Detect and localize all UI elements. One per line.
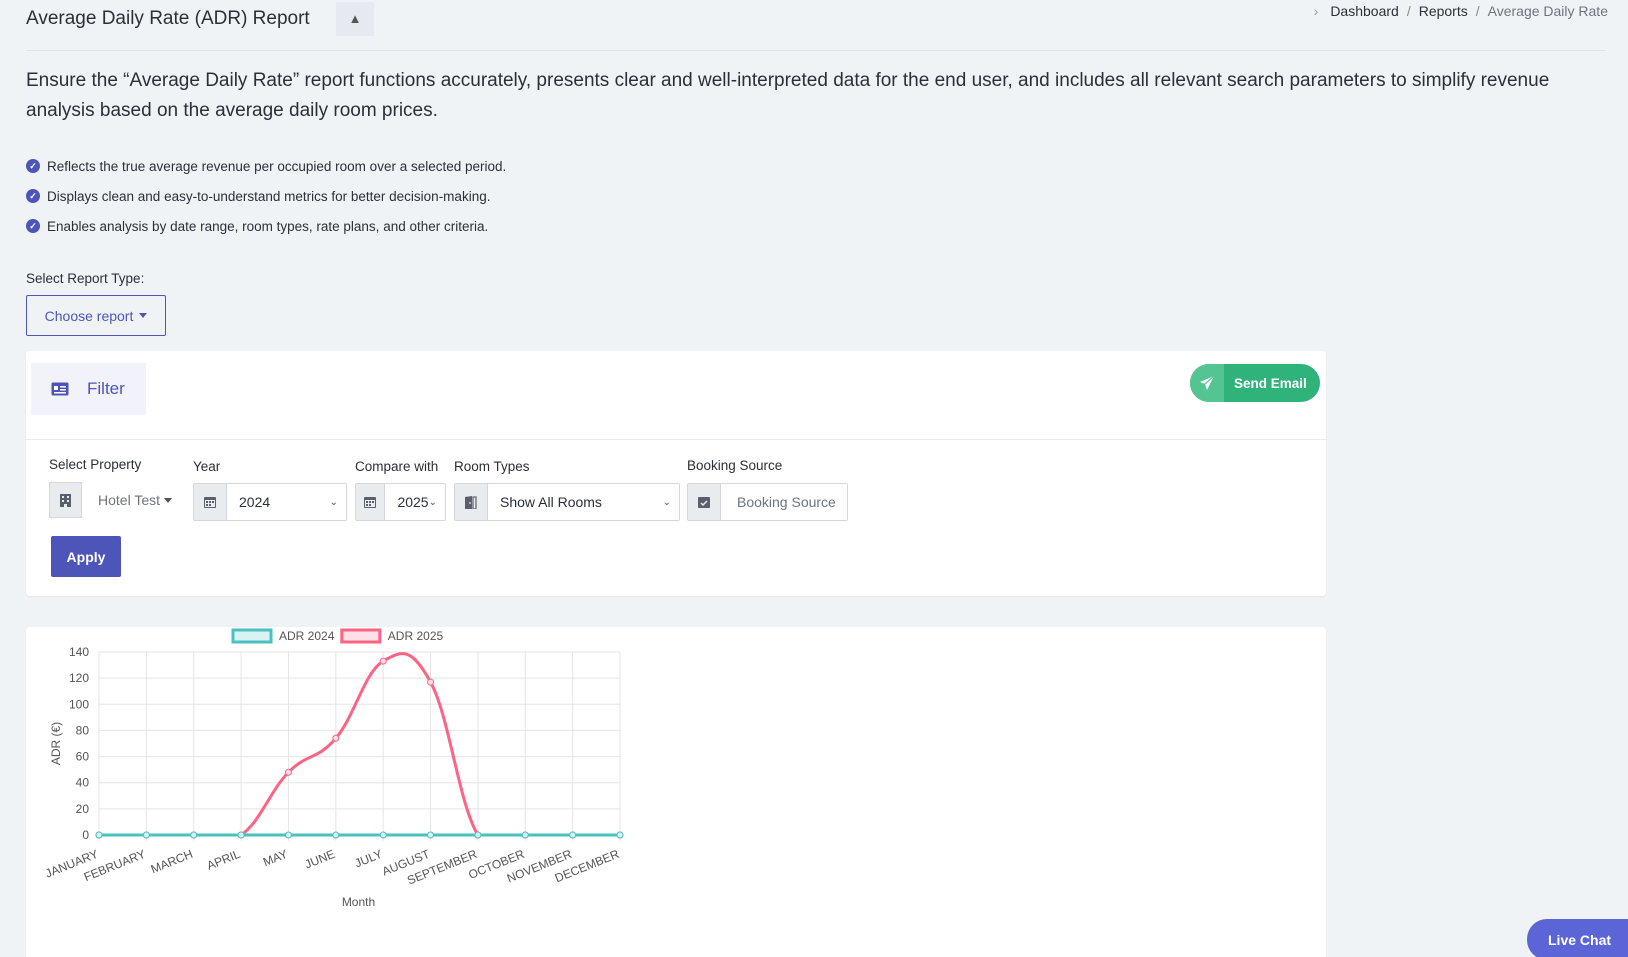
y-tick-label: 120: [69, 671, 89, 685]
data-point: [284, 831, 292, 839]
room-types-value: Show All Rooms: [500, 494, 602, 510]
tab-filter-label: Filter: [87, 379, 125, 398]
data-point: [569, 831, 577, 839]
data-point: [474, 831, 482, 839]
choose-report-label: Choose report: [44, 307, 134, 324]
caret-down-icon: [164, 497, 172, 503]
collapse-button[interactable]: ▲: [336, 2, 374, 36]
check-circle-icon: ✓: [26, 219, 40, 233]
adr-line-chart: 020406080100120140JANUARYFEBRUARY MARCH AP…: [43, 628, 624, 909]
x-axis-title: Month: [342, 895, 375, 909]
legend-label: ADR 2024: [279, 629, 335, 643]
year-label: Year: [193, 459, 221, 474]
feature-list: ✓ Reflects the true average revenue per …: [26, 151, 506, 241]
breadcrumb-dashboard[interactable]: Dashboard: [1330, 3, 1399, 19]
data-point: [95, 831, 103, 839]
live-chat-button[interactable]: Live Chat: [1527, 919, 1628, 957]
send-email-label: Send Email: [1234, 375, 1307, 391]
breadcrumb: › Dashboard / Reports / Average Daily Ra…: [1314, 3, 1608, 19]
compare-year-select[interactable]: 2025 ⌄: [355, 483, 446, 521]
apply-button[interactable]: Apply: [51, 536, 121, 577]
compare-year-value: 2025: [397, 494, 429, 510]
top-bar: Average Daily Rate (ADR) Report ▲ › Dash…: [0, 0, 1628, 50]
x-tick-label: JUNE: [303, 847, 337, 872]
series-line: [98, 652, 620, 837]
property-label: Select Property: [49, 457, 142, 472]
feature-text: Reflects the true average revenue per oc…: [47, 158, 507, 174]
chevron-down-icon: ⌄: [662, 496, 671, 508]
y-tick-label: 80: [76, 723, 90, 737]
tab-filter[interactable]: Filter: [31, 363, 146, 415]
data-point: [616, 831, 624, 839]
feature-text: Enables analysis by date range, room typ…: [47, 218, 489, 234]
divider: [26, 50, 1606, 51]
data-point: [190, 831, 198, 839]
data-point: [332, 734, 340, 742]
room-types-select[interactable]: Show All Rooms ⌄: [454, 483, 680, 521]
breadcrumb-separator: /: [1406, 3, 1411, 19]
data-point: [142, 831, 150, 839]
report-type-label: Select Report Type:: [26, 271, 145, 286]
divider: [26, 439, 1326, 440]
y-tick-label: 60: [76, 750, 90, 764]
data-point: [427, 678, 435, 686]
y-tick-label: 140: [69, 645, 89, 659]
data-point: [237, 831, 245, 839]
check-circle-icon: ✓: [26, 189, 40, 203]
check-circle-icon: ✓: [26, 159, 40, 173]
data-point: [284, 768, 292, 776]
data-point: [379, 657, 387, 665]
x-tick-label: APRIL: [205, 847, 243, 873]
chevron-right-icon: ›: [1313, 3, 1319, 19]
calendar-icon: [194, 484, 227, 520]
id-card-icon: [51, 382, 69, 396]
data-point: [521, 831, 529, 839]
y-tick-label: 0: [82, 828, 89, 842]
year-select[interactable]: 2024 ⌄: [193, 483, 347, 521]
room-types-label: Room Types: [454, 459, 530, 474]
property-value: Hotel Test: [98, 492, 160, 508]
x-tick-label: MARCH: [149, 847, 195, 876]
year-value: 2024: [239, 494, 271, 510]
booking-source-input[interactable]: Booking Source: [687, 483, 848, 521]
legend-label: ADR 2025: [388, 629, 444, 643]
data-point: [379, 831, 387, 839]
y-tick-label: 40: [76, 776, 90, 790]
x-tick-label: MAY: [261, 847, 290, 869]
send-email-button[interactable]: Send Email: [1190, 364, 1320, 402]
paper-plane-icon: [1190, 364, 1224, 402]
chevron-down-icon: ⌄: [329, 496, 338, 508]
y-tick-label: 100: [69, 697, 89, 711]
building-icon: [49, 482, 82, 518]
choose-report-dropdown[interactable]: Choose report: [26, 295, 166, 336]
breadcrumb-reports[interactable]: Reports: [1419, 3, 1468, 19]
booking-source-placeholder: Booking Source: [737, 494, 836, 510]
booking-source-label: Booking Source: [687, 458, 783, 473]
intro-lead: Ensure the “Average Daily Rate” report f…: [26, 70, 1550, 121]
list-item: ✓ Displays clean and easy-to-understand …: [26, 181, 506, 211]
filter-card: Filter Send Email Select Property Hotel …: [26, 351, 1326, 596]
y-tick-label: 20: [76, 802, 90, 816]
y-axis-title: ADR (€): [49, 722, 63, 765]
calendar-check-icon: [688, 484, 721, 520]
data-point: [332, 831, 340, 839]
legend-swatch: [231, 628, 273, 644]
breadcrumb-current: Average Daily Rate: [1487, 3, 1608, 19]
breadcrumb-separator: /: [1475, 3, 1480, 19]
calendar-icon: [356, 484, 386, 520]
chart-card: 0 20 40 60 80 100 120 140 JANUARY FEBRUARY MARCH AP…: [26, 627, 1326, 957]
caret-down-icon: [139, 313, 148, 318]
list-item: ✓ Enables analysis by date range, room t…: [26, 211, 506, 241]
chevron-down-icon: ⌄: [428, 496, 437, 508]
data-point: [427, 831, 435, 839]
property-select[interactable]: Hotel Test: [49, 481, 187, 519]
compare-label: Compare with: [355, 459, 439, 474]
door-icon: [455, 484, 488, 520]
list-item: ✓ Reflects the true average revenue per …: [26, 151, 506, 181]
page-title: Average Daily Rate (ADR) Report: [26, 8, 310, 29]
legend-swatch: [340, 628, 382, 644]
feature-text: Displays clean and easy-to-understand me…: [47, 188, 491, 204]
